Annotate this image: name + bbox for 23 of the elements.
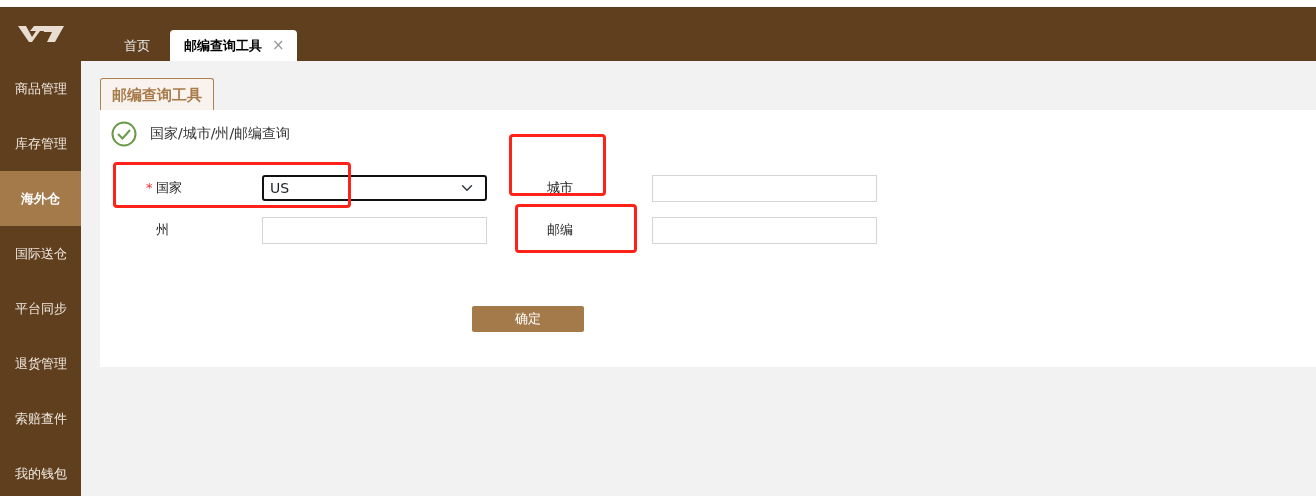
sidebar-item[interactable]: 商品管理 bbox=[0, 61, 81, 116]
field-label: 国家 bbox=[156, 180, 182, 196]
sidebar-item[interactable]: 国际送仓 bbox=[0, 226, 81, 281]
section-title: 国家/城市/州/邮编查询 bbox=[150, 124, 291, 143]
sidebar-item[interactable]: 海外仓 bbox=[0, 171, 81, 226]
country-select[interactable]: US bbox=[262, 175, 487, 201]
logo-icon bbox=[17, 25, 64, 43]
confirm-button[interactable]: 确定 bbox=[472, 305, 584, 332]
text-field[interactable] bbox=[652, 174, 877, 202]
sidebar-item[interactable]: 我的钱包 bbox=[0, 446, 81, 496]
check-circle-icon bbox=[111, 120, 137, 147]
text-field[interactable] bbox=[262, 216, 487, 244]
field-label: 州 bbox=[156, 222, 169, 238]
field-label: 邮编 bbox=[547, 222, 573, 238]
sidebar-item[interactable]: 库存管理 bbox=[0, 116, 81, 171]
top-tab[interactable]: 首页 bbox=[104, 30, 170, 61]
sidebar-item[interactable]: 平台同步 bbox=[0, 281, 81, 336]
top-tab[interactable]: 邮编查询工具 × bbox=[170, 30, 297, 61]
sidebar-item[interactable]: 索赔查件 bbox=[0, 391, 81, 446]
field-label: 城市 bbox=[547, 180, 573, 196]
sidebar-item[interactable]: 退货管理 bbox=[0, 336, 81, 391]
required-mark: * bbox=[146, 179, 153, 198]
text-field[interactable] bbox=[652, 216, 877, 244]
